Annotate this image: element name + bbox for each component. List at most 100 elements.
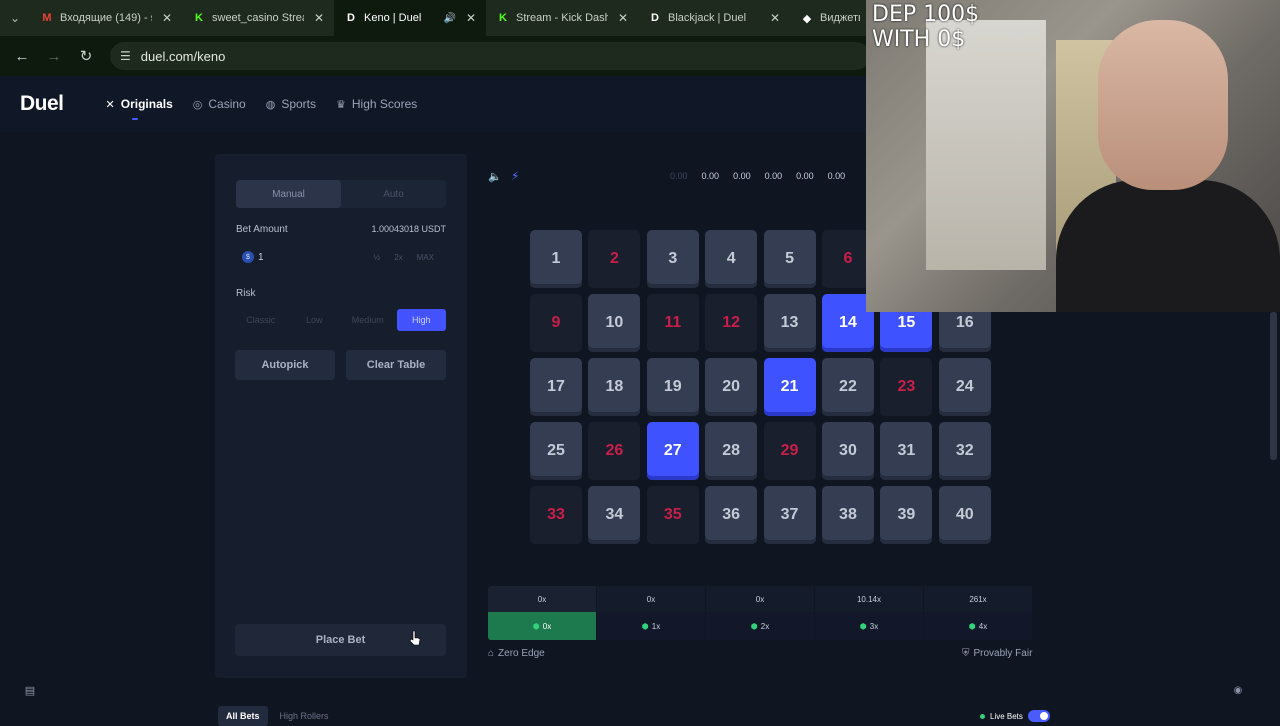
nav-item-label: High Scores [351, 97, 418, 111]
mode-manual-button[interactable]: Manual [236, 180, 341, 208]
back-arrow-icon[interactable]: ← [8, 42, 36, 70]
keno-tile[interactable]: 9 [530, 294, 582, 352]
keno-tile[interactable]: 38 [821, 486, 874, 544]
site-settings-icon[interactable]: ☰ [120, 49, 131, 63]
live-bets-switch[interactable] [1027, 710, 1050, 722]
duel-logo[interactable]: Duel [20, 92, 64, 116]
keno-tile[interactable]: 24 [938, 358, 991, 416]
keno-tile[interactable]: 13 [763, 294, 816, 352]
shield-check-icon: ⛨ [962, 648, 970, 659]
keno-tile[interactable]: 20 [705, 358, 758, 416]
close-tab-icon[interactable]: ✕ [314, 11, 324, 25]
keno-tile[interactable]: 3 [646, 230, 699, 288]
keno-tile[interactable]: 21 [763, 358, 816, 416]
close-tab-icon[interactable]: ✕ [466, 11, 476, 25]
browser-tab[interactable]: ◆ Виджеты [790, 0, 870, 36]
browser-tab[interactable]: D Blackjack | Duel ✕ [638, 0, 790, 36]
autopick-button[interactable]: Autopick [235, 350, 335, 380]
risk-label: Risk [236, 288, 256, 299]
gem-icon: ⬢ [750, 621, 758, 631]
keno-tile[interactable]: 4 [705, 230, 758, 288]
keno-tile[interactable]: 1 [530, 230, 582, 288]
nav-item-originals[interactable]: ✕ Originals [106, 76, 173, 132]
tab-high-rollers[interactable]: High Rollers [272, 706, 337, 726]
payout-table: 0x 0x 0x 10.14x 261x ⬢ 0x ⬢ 1x ⬢ 2x ⬢ 3x ⬢ 4x [488, 586, 1033, 640]
tab-list: MВходящие (149) - sw✕Ksweet_casino Strea… [30, 0, 870, 36]
browser-tab[interactable]: K Stream - Kick Dashb ✕ [486, 0, 638, 36]
close-tab-icon[interactable]: ✕ [618, 11, 628, 25]
tab-search-chevron-icon[interactable]: ⌄ [0, 0, 30, 36]
keno-tile[interactable]: 22 [821, 358, 874, 416]
url-bar[interactable]: ☰ duel.com/keno [110, 42, 870, 70]
multiplier-history-item: 0.00 [701, 171, 720, 181]
bet-amount-input[interactable]: $ 1 ½ 2x MAX [236, 246, 446, 268]
reload-icon[interactable]: ↻ [72, 42, 100, 70]
duel-icon: D [347, 12, 355, 24]
keno-tile[interactable]: 28 [705, 422, 758, 480]
browser-tab[interactable]: D Keno | Duel 🔊 ✕ [334, 0, 486, 36]
gmail-icon: M [42, 12, 52, 24]
headset-icon[interactable]: ◉ [1228, 680, 1248, 700]
hit-count-label: 1x [651, 621, 661, 631]
provably-fair-link[interactable]: ⛨ Provably Fair [962, 648, 1032, 659]
chat-icon[interactable]: ▤ [20, 680, 40, 700]
keno-tile[interactable]: 32 [938, 422, 991, 480]
multiplier-history-item: 0.00 [796, 171, 814, 181]
keno-tile[interactable]: 17 [530, 358, 582, 416]
kick-icon: K [499, 12, 507, 24]
live-bets-toggle[interactable]: Live Bets [980, 710, 1050, 722]
browser-tab-title: Keno | Duel [364, 12, 422, 24]
risk-high-button[interactable]: High [396, 309, 446, 331]
keno-tile[interactable]: 35 [646, 486, 699, 544]
clear-table-button[interactable]: Clear Table [346, 350, 446, 380]
forward-arrow-icon[interactable]: → [40, 42, 68, 70]
keno-tile[interactable]: 31 [880, 422, 933, 480]
keno-tile[interactable]: 33 [530, 486, 582, 544]
browser-tab[interactable]: Ksweet_casino Stream ✕ [182, 0, 334, 36]
mouse-cursor-icon [410, 630, 420, 646]
keno-tile[interactable]: 39 [880, 486, 933, 544]
keno-tile[interactable]: 25 [530, 422, 582, 480]
nav-item-casino[interactable]: ◎ Casino [193, 76, 246, 132]
keno-tile[interactable]: 40 [938, 486, 991, 544]
provably-fair-label: Provably Fair [973, 648, 1033, 659]
risk-low-button[interactable]: Low [290, 309, 340, 331]
keno-tile[interactable]: 18 [588, 358, 641, 416]
tab-all-bets[interactable]: All Bets [218, 706, 268, 726]
bet-max-button[interactable]: MAX [417, 253, 434, 262]
mode-auto-button[interactable]: Auto [341, 180, 446, 208]
close-tab-icon[interactable]: ✕ [770, 11, 780, 25]
bet-half-button[interactable]: ½ [374, 253, 381, 262]
risk-medium-button[interactable]: Medium [343, 309, 393, 331]
nav-item-sports[interactable]: ◍ Sports [266, 76, 316, 132]
bet-double-button[interactable]: 2x [394, 253, 402, 262]
keno-tile[interactable]: 37 [763, 486, 816, 544]
keno-tile[interactable]: 19 [646, 358, 699, 416]
keno-tile[interactable]: 29 [763, 422, 816, 480]
sound-icon[interactable]: 🔈 [488, 170, 502, 183]
payout-cell: 0x [597, 586, 706, 612]
keno-tile[interactable]: 11 [646, 294, 699, 352]
keno-tile[interactable]: 23 [880, 358, 933, 416]
nav-item-high-scores[interactable]: ♛ High Scores [336, 76, 417, 132]
keno-tile[interactable]: 30 [821, 422, 874, 480]
gem-icon: ⬢ [859, 621, 867, 631]
close-tab-icon[interactable]: ✕ [162, 11, 172, 25]
risk-classic-button[interactable]: Classic [236, 309, 286, 331]
keno-tile[interactable]: 27 [646, 422, 699, 480]
page-scrollbar[interactable] [1270, 312, 1277, 460]
lightning-icon[interactable]: ⚡ [511, 169, 519, 183]
keno-tile[interactable]: 36 [705, 486, 758, 544]
tab-audio-icon[interactable]: 🔊 [443, 13, 455, 24]
overlay-line-with: WITH 0$ [872, 27, 966, 52]
keno-tile[interactable]: 26 [588, 422, 641, 480]
keno-tile[interactable]: 10 [588, 294, 641, 352]
keno-tile[interactable]: 34 [588, 486, 641, 544]
zero-edge-link[interactable]: ⌂ Zero Edge [488, 648, 545, 659]
keno-tile[interactable]: 2 [588, 230, 641, 288]
browser-tab[interactable]: M Входящие (149) - sw ✕ [30, 0, 182, 36]
keno-tile[interactable]: 5 [763, 230, 816, 288]
webcam-streamer-body [1056, 180, 1280, 312]
live-bets-label: Live Bets [990, 711, 1023, 721]
keno-tile[interactable]: 12 [705, 294, 758, 352]
